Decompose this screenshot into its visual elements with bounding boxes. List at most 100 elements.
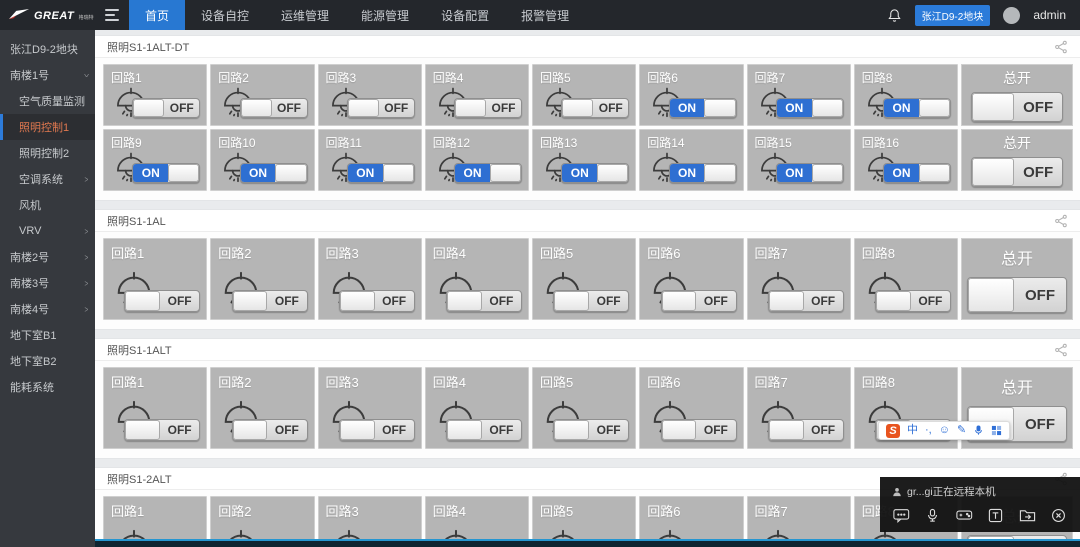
sidebar-item-7[interactable]: 风机 bbox=[0, 192, 95, 218]
sidebar-item-14[interactable]: 能耗系统 bbox=[0, 374, 95, 400]
circuit-label: 回路1 bbox=[111, 501, 144, 520]
nav-item-2[interactable]: 设备自控 bbox=[185, 0, 265, 30]
sidebar-item-5[interactable]: 照明控制2 bbox=[0, 140, 95, 166]
master-toggle[interactable]: OFF bbox=[971, 157, 1063, 187]
circuit-toggle[interactable]: ON bbox=[883, 163, 951, 183]
toggle-knob bbox=[490, 164, 521, 182]
sidebar-item-13[interactable]: 地下室B2 bbox=[0, 348, 95, 374]
toggle-state-label: OFF bbox=[1014, 407, 1066, 441]
sogou-logo[interactable]: S bbox=[886, 424, 900, 438]
circuit-toggle[interactable]: ON bbox=[347, 163, 415, 183]
circuit-toggle[interactable]: ON bbox=[561, 163, 629, 183]
circuit-toggle[interactable]: OFF bbox=[232, 290, 308, 312]
menu-toggle-icon[interactable] bbox=[95, 0, 129, 30]
notification-bell-icon[interactable] bbox=[887, 8, 902, 23]
mic-icon[interactable] bbox=[973, 425, 984, 436]
circuit-toggle[interactable]: ON bbox=[240, 163, 308, 183]
nav-item-4[interactable]: 能源管理 bbox=[345, 0, 425, 30]
share-icon[interactable] bbox=[1054, 343, 1068, 357]
circuit-label: 回路3 bbox=[326, 501, 359, 520]
close-icon[interactable] bbox=[1049, 507, 1068, 524]
circuit-label: 回路8 bbox=[862, 243, 895, 262]
circuit-card-回路13: 回路13ON bbox=[532, 129, 636, 191]
circuit-toggle[interactable]: OFF bbox=[339, 419, 415, 441]
emoji-icon[interactable]: ☺ bbox=[939, 425, 950, 436]
sidebar-item-12[interactable]: 地下室B1 bbox=[0, 322, 95, 348]
section-rows: 回路1OFF回路2OFF回路3OFF回路4OFF回路5OFF回路6ON回路7ON… bbox=[95, 58, 1080, 197]
toggle-knob bbox=[876, 291, 911, 311]
circuit-toggle[interactable]: OFF bbox=[347, 98, 415, 118]
toggle-state-label: OFF bbox=[272, 99, 307, 117]
circuit-toggle[interactable]: OFF bbox=[661, 419, 737, 441]
master-toggle[interactable]: OFF bbox=[971, 92, 1063, 122]
toggle-state-label: ON bbox=[455, 164, 490, 182]
sidebar-item-10[interactable]: 南楼3号> bbox=[0, 270, 95, 296]
circuit-toggle[interactable]: OFF bbox=[875, 290, 951, 312]
keyboard-icon[interactable] bbox=[991, 425, 1002, 436]
circuit-toggle[interactable]: OFF bbox=[124, 290, 200, 312]
symbol-icon[interactable]: ·, bbox=[925, 425, 932, 436]
nav-item-6[interactable]: 报警管理 bbox=[505, 0, 585, 30]
circuit-toggle[interactable]: OFF bbox=[454, 98, 522, 118]
nav-item-5[interactable]: 设备配置 bbox=[425, 0, 505, 30]
circuit-toggle[interactable]: ON bbox=[776, 163, 844, 183]
pencil-icon[interactable]: ✎ bbox=[957, 425, 966, 436]
circuit-toggle[interactable]: ON bbox=[669, 163, 737, 183]
circuit-toggle[interactable]: OFF bbox=[132, 98, 200, 118]
circuit-toggle[interactable]: OFF bbox=[124, 419, 200, 441]
circuit-card-回路16: 回路16ON bbox=[854, 129, 958, 191]
sidebar-item-3[interactable]: 空气质量监测 bbox=[0, 88, 95, 114]
sidebar-item-4[interactable]: 照明控制1 bbox=[0, 114, 95, 140]
sidebar-item-9[interactable]: 南楼2号> bbox=[0, 244, 95, 270]
circuit-toggle[interactable]: OFF bbox=[661, 290, 737, 312]
sidebar-item-8[interactable]: VRV> bbox=[0, 218, 95, 244]
main-nav: 首页设备自控运维管理能源管理设备配置报警管理 bbox=[129, 0, 585, 30]
circuit-toggle[interactable]: ON bbox=[132, 163, 200, 183]
share-icon[interactable] bbox=[1054, 214, 1068, 228]
sidebar-item-2[interactable]: 南楼1号> bbox=[0, 62, 95, 88]
circuit-toggle[interactable]: OFF bbox=[339, 290, 415, 312]
remote-control-panel: gr...gi正在远程本机 bbox=[880, 477, 1080, 532]
chevron-down-icon: > bbox=[81, 73, 92, 77]
sidebar-item-1[interactable]: 张江D9-2地块 bbox=[0, 36, 95, 62]
nav-item-3[interactable]: 运维管理 bbox=[265, 0, 345, 30]
toggle-state-label: OFF bbox=[1014, 278, 1066, 312]
circuit-toggle[interactable]: OFF bbox=[561, 98, 629, 118]
share-icon[interactable] bbox=[1054, 40, 1068, 54]
circuit-toggle[interactable]: OFF bbox=[232, 419, 308, 441]
circuit-toggle[interactable]: OFF bbox=[768, 290, 844, 312]
circuit-toggle[interactable]: OFF bbox=[446, 290, 522, 312]
section-rows: 回路1OFF回路2OFF回路3OFF回路4OFF回路5OFF回路6OFF回路7O… bbox=[95, 361, 1080, 455]
site-badge[interactable]: 张江D9-2地块 bbox=[915, 5, 991, 26]
user-avatar[interactable] bbox=[1003, 7, 1020, 24]
toggle-state-label: ON bbox=[670, 164, 705, 182]
circuit-label: 回路11 bbox=[326, 134, 362, 151]
circuit-toggle[interactable]: OFF bbox=[446, 419, 522, 441]
circuit-toggle[interactable]: ON bbox=[883, 98, 951, 118]
master-toggle[interactable]: OFF bbox=[967, 277, 1067, 313]
circuit-label: 回路4 bbox=[433, 372, 466, 391]
pin-icon[interactable]: 中 bbox=[907, 425, 918, 436]
sidebar-item-6[interactable]: 空调系统> bbox=[0, 166, 95, 192]
circuit-toggle[interactable]: ON bbox=[776, 98, 844, 118]
mic-icon[interactable] bbox=[923, 507, 942, 524]
text-icon[interactable] bbox=[986, 507, 1005, 524]
folder-transfer-icon[interactable] bbox=[1018, 507, 1037, 524]
circuit-toggle[interactable]: OFF bbox=[553, 419, 629, 441]
circuit-toggle[interactable]: OFF bbox=[553, 290, 629, 312]
circuit-card-回路5: 回路5OFF bbox=[532, 64, 636, 126]
circuit-toggle[interactable]: ON bbox=[669, 98, 737, 118]
circuit-toggle[interactable]: ON bbox=[454, 163, 522, 183]
chat-icon[interactable] bbox=[892, 507, 911, 524]
sidebar-item-11[interactable]: 南楼4号> bbox=[0, 296, 95, 322]
person-icon bbox=[892, 487, 902, 497]
circuit-label: 回路4 bbox=[433, 501, 466, 520]
circuit-toggle[interactable]: OFF bbox=[768, 419, 844, 441]
brand-subname: 格瑞特 bbox=[79, 15, 94, 21]
toggle-state-label: ON bbox=[133, 164, 168, 182]
gamepad-icon[interactable] bbox=[955, 507, 974, 524]
nav-item-1[interactable]: 首页 bbox=[129, 0, 185, 30]
circuit-toggle[interactable]: OFF bbox=[240, 98, 308, 118]
toggle-state-label: OFF bbox=[267, 420, 306, 440]
circuit-label: 回路4 bbox=[433, 243, 466, 262]
